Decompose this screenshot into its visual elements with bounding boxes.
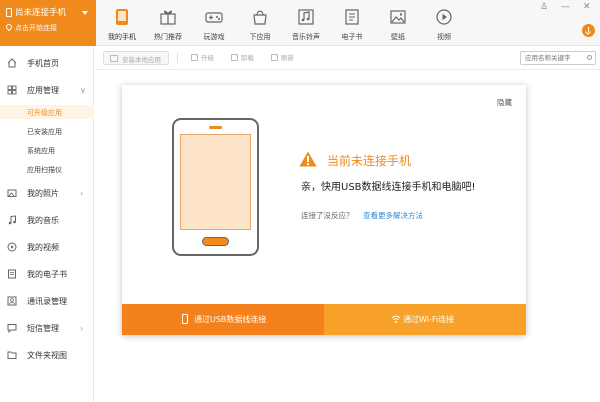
trash-icon <box>231 54 238 61</box>
dialog-title: 当前未连接手机 <box>327 154 412 168</box>
sidebar-item-label: 通讯录管理 <box>27 297 67 306</box>
close-button[interactable]: ✕ <box>583 2 591 12</box>
sidebar-sub-installed-apps[interactable]: 已安装应用 <box>27 127 62 137</box>
toolbar-divider <box>177 53 178 63</box>
music-icon <box>298 9 314 25</box>
sidebar-item-label: 手机首页 <box>27 59 59 68</box>
wifi-connect-label: 通过Wi-Fi连接 <box>403 315 455 324</box>
app-search-input[interactable] <box>520 51 596 65</box>
apps-icon <box>7 85 17 95</box>
sidebar-item-label: 我的照片 <box>27 189 59 198</box>
download-icon[interactable] <box>582 24 595 37</box>
nav-music[interactable]: 音乐铃声 <box>284 0 328 46</box>
sidebar-item-photos[interactable]: 我的照片 › <box>0 185 94 203</box>
install-icon <box>110 55 118 62</box>
install-local-app-button[interactable]: 安装本地应用 <box>103 51 169 65</box>
sidebar-item-videos[interactable]: 我的视频 <box>0 239 94 257</box>
usb-icon <box>182 314 188 324</box>
install-label: 安装本地应用 <box>122 56 161 64</box>
folder-icon <box>7 351 17 359</box>
phone-icon <box>6 8 12 17</box>
nav-games[interactable]: 玩游戏 <box>192 0 236 46</box>
wifi-icon <box>391 315 401 323</box>
contacts-icon <box>7 296 17 306</box>
app-store-icon <box>253 10 267 25</box>
sidebar-item-music[interactable]: 我的音乐 <box>0 212 94 230</box>
gift-icon <box>160 10 176 25</box>
nav-label: 视频 <box>437 33 451 41</box>
sidebar-item-label: 应用管理 <box>27 86 59 95</box>
book-icon <box>8 269 16 279</box>
more-solutions-link[interactable]: 查看更多解决方法 <box>363 210 423 221</box>
home-icon <box>7 58 17 68</box>
minimize-button[interactable]: — <box>561 2 570 12</box>
chevron-right-icon[interactable]: › <box>80 189 83 198</box>
sidebar-sub-system-apps[interactable]: 系统应用 <box>27 146 55 156</box>
hide-dialog-link[interactable]: 隐藏 <box>497 97 512 108</box>
sidebar-item-label: 我的视频 <box>27 243 59 252</box>
uninstall-label: 卸载 <box>241 54 254 62</box>
toolbar: 安装本地应用 升级 卸载 刷新 <box>95 46 600 70</box>
video-icon <box>436 9 452 25</box>
sidebar-item-home[interactable]: 手机首页 <box>0 55 94 73</box>
chevron-down-icon[interactable]: ∨ <box>80 86 86 95</box>
upgrade-label: 升级 <box>201 54 214 62</box>
sidebar-sub-app-scanner[interactable]: 应用扫描仪 <box>27 165 62 175</box>
sidebar-item-ebooks[interactable]: 我的电子书 <box>0 266 94 284</box>
top-header: 尚未连接手机 点击开始连接 我的手机 热门推荐 玩游戏 下应用 音乐铃声 电子书… <box>0 0 600 46</box>
connection-hint: 连接了没反应？ <box>301 211 354 220</box>
nav-wallpaper[interactable]: 壁纸 <box>376 0 420 46</box>
user-icon[interactable]: ♙ <box>540 2 548 12</box>
nav-hot-recommend[interactable]: 热门推荐 <box>146 0 190 46</box>
sidebar-item-sms[interactable]: 短信管理 › <box>0 320 94 338</box>
phone-home-button <box>202 237 229 246</box>
play-circle-icon <box>7 242 17 252</box>
upgrade-icon <box>191 54 198 61</box>
warning-icon <box>299 151 317 167</box>
sidebar: 手机首页 应用管理 ∨ 可升级应用 已安装应用 系统应用 应用扫描仪 我的照片 … <box>0 46 94 402</box>
location-pin-icon <box>4 22 14 32</box>
sidebar-item-label: 短信管理 <box>27 324 59 333</box>
chevron-down-icon[interactable] <box>82 11 88 15</box>
sidebar-item-label: 我的音乐 <box>27 216 59 225</box>
sidebar-item-contacts[interactable]: 通讯录管理 <box>0 293 94 311</box>
search-icon[interactable] <box>587 55 592 60</box>
nav-my-phone[interactable]: 我的手机 <box>100 0 144 46</box>
phone-screen <box>180 134 251 230</box>
refresh-icon <box>271 54 278 61</box>
upgrade-button[interactable]: 升级 <box>191 52 214 62</box>
my-phone-icon <box>116 9 128 25</box>
refresh-label: 刷新 <box>281 54 294 62</box>
sms-icon <box>7 324 17 333</box>
nav-ebook[interactable]: 电子书 <box>330 0 374 46</box>
wifi-connect-button[interactable]: 通过Wi-Fi连接 <box>324 304 526 335</box>
sidebar-item-folder-view[interactable]: 文件夹视图 <box>0 347 94 365</box>
connect-status-title: 尚未连接手机 <box>15 8 67 18</box>
nav-apps[interactable]: 下应用 <box>238 0 282 46</box>
usb-connect-label: 通过USB数据线连接 <box>194 315 267 324</box>
sidebar-sub-upgradable-apps[interactable]: 可升级应用 <box>27 108 62 118</box>
not-connected-dialog: 隐藏 当前未连接手机 亲，快用USB数据线连接手机和电脑吧! 连接了没反应？ 查… <box>122 85 526 335</box>
dialog-message: 亲，快用USB数据线连接手机和电脑吧! <box>301 182 476 193</box>
sidebar-item-label: 我的电子书 <box>27 270 67 279</box>
sidebar-item-label: 文件夹视图 <box>27 351 67 360</box>
phone-speaker <box>209 126 222 129</box>
wallpaper-icon <box>390 10 406 24</box>
photo-icon <box>7 189 17 197</box>
nav-video[interactable]: 视频 <box>422 0 466 46</box>
phone-illustration <box>172 118 259 256</box>
ebook-icon <box>345 9 359 25</box>
gamepad-icon <box>205 12 223 23</box>
chevron-right-icon[interactable]: › <box>80 324 83 333</box>
sidebar-item-app-management[interactable]: 应用管理 ∨ <box>0 82 94 100</box>
usb-connect-button[interactable]: 通过USB数据线连接 <box>122 304 324 335</box>
refresh-button[interactable]: 刷新 <box>271 52 294 62</box>
connect-hint: 点击开始连接 <box>15 24 57 32</box>
uninstall-button[interactable]: 卸载 <box>231 52 254 62</box>
connect-phone-button[interactable]: 尚未连接手机 点击开始连接 <box>0 0 96 46</box>
music-note-icon <box>8 215 16 225</box>
